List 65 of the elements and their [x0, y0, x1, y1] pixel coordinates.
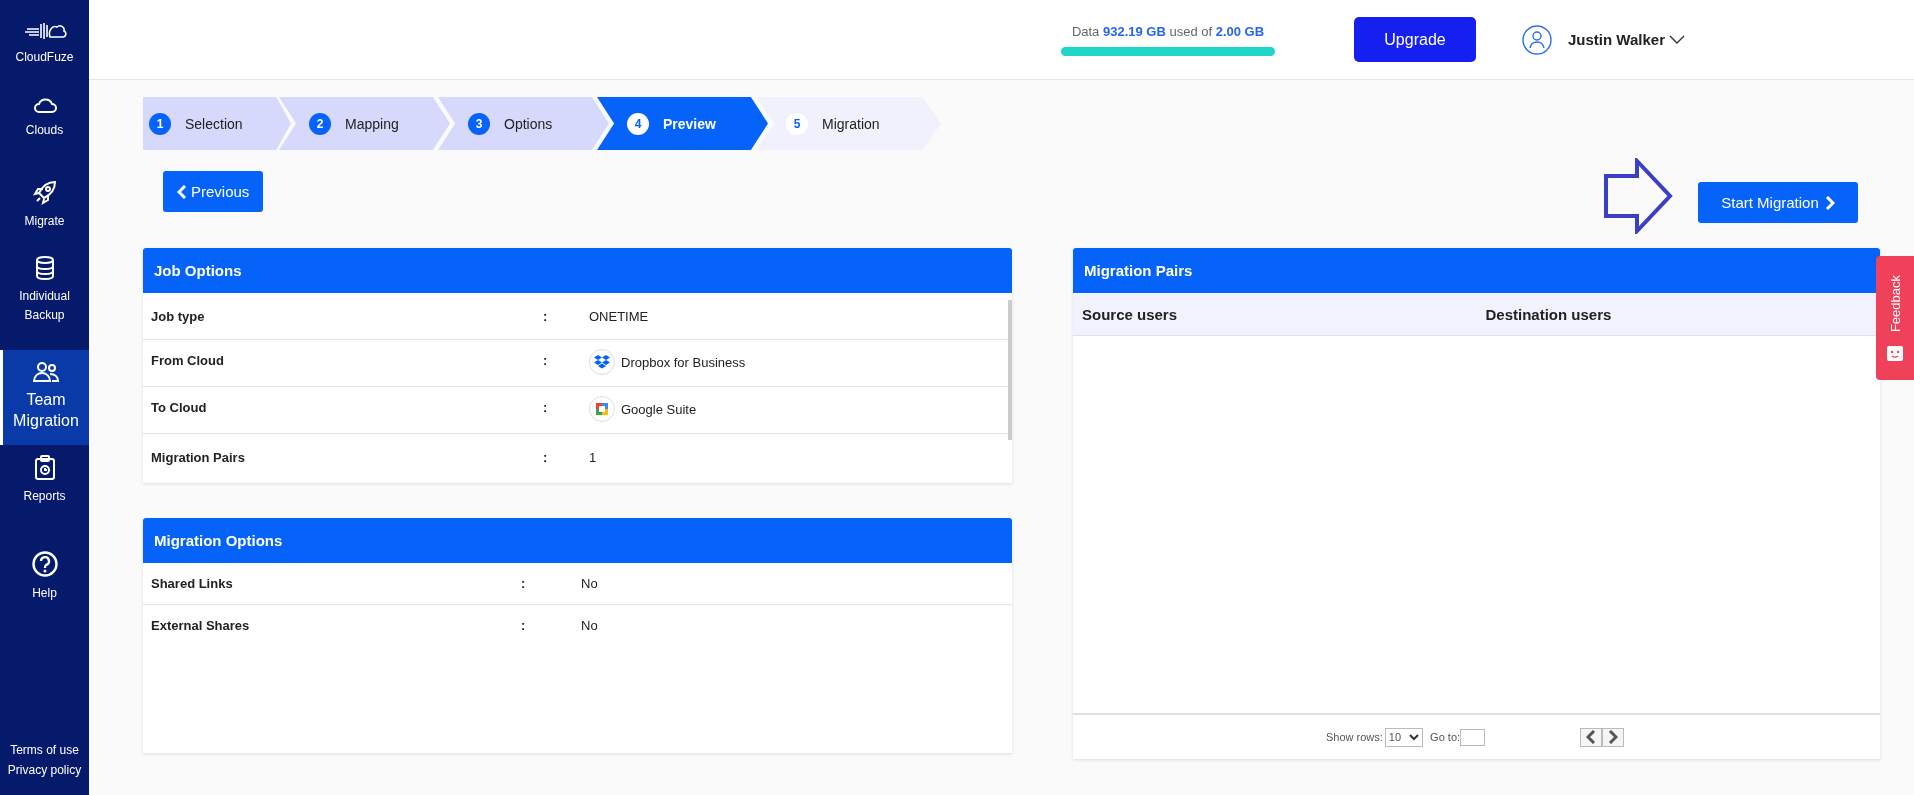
previous-page-button[interactable]	[1580, 727, 1603, 747]
wizard-step[interactable]: 4 Preview	[597, 97, 768, 150]
option-label: Migration Pairs	[150, 450, 246, 465]
scrollbar[interactable]	[1008, 300, 1012, 440]
nav-item[interactable]: Help	[0, 535, 89, 625]
option-value: Google Suite	[621, 401, 697, 417]
option-value: ONETIME	[589, 308, 649, 324]
wizard-step[interactable]: 5 Migration	[756, 97, 941, 150]
show-rows-label: Show rows:	[1326, 731, 1383, 743]
previous-button[interactable]: Previous	[163, 171, 264, 212]
nav-item[interactable]: Migrate	[0, 165, 89, 255]
colon-text: :	[543, 450, 549, 465]
wizard-step[interactable]: 2 Mapping	[279, 97, 450, 150]
users-icon	[32, 360, 60, 384]
chevron-down-icon[interactable]	[1669, 34, 1685, 45]
smiley-icon	[1887, 346, 1903, 362]
option-label: From Cloud	[150, 353, 225, 368]
colon-text: :	[543, 353, 549, 368]
wizard-step[interactable]: 1 Selection	[143, 97, 291, 150]
chevron-left-icon	[177, 184, 187, 199]
rocket-icon	[31, 180, 58, 206]
logo-text: CloudFuze	[15, 50, 74, 64]
nav-item[interactable]: Team Migration	[0, 350, 89, 445]
chevron-down-icon	[1409, 733, 1420, 741]
help-icon	[30, 550, 59, 578]
panel-title: Migration Pairs	[1084, 262, 1193, 279]
footer-link[interactable]: Terms of use	[10, 743, 79, 757]
start-migration-button[interactable]: Start Migration	[1698, 182, 1858, 223]
option-label: Job type	[150, 308, 206, 324]
feedback-tab[interactable]: Feedback	[1876, 256, 1914, 380]
nav-item[interactable]: Clouds	[0, 75, 89, 165]
user-name[interactable]: Justin Walker	[1568, 31, 1665, 48]
option-value: No	[581, 618, 598, 633]
nav-item[interactable]: Individual Backup	[0, 255, 89, 350]
rows-select[interactable]: 10	[1384, 727, 1424, 747]
option-value: Dropbox for Business	[621, 354, 746, 370]
report-icon	[33, 455, 56, 481]
footer-link[interactable]: Privacy policy	[7, 763, 82, 777]
option-value: 1	[589, 450, 597, 465]
go-to-label: Go to:	[1430, 731, 1461, 743]
upgrade-button[interactable]: Upgrade	[1354, 17, 1476, 62]
option-label: Shared Links	[150, 576, 234, 591]
column-header: Destination users	[1484, 305, 1613, 323]
next-page-button[interactable]	[1602, 727, 1625, 747]
logo-icon	[22, 20, 67, 42]
arrow-right-icon	[1603, 158, 1673, 234]
option-value: No	[581, 576, 598, 591]
option-label: External Shares	[150, 618, 251, 633]
panel-title: Migration Options	[154, 532, 283, 549]
chevron-right-icon	[1824, 195, 1835, 210]
go-to-field[interactable]	[1460, 728, 1486, 746]
column-header: Source users	[1081, 305, 1179, 323]
option-label: To Cloud	[150, 400, 208, 415]
user-icon[interactable]	[1522, 24, 1552, 55]
panel-title: Job Options	[154, 262, 242, 279]
colon-text: :	[543, 400, 549, 415]
wizard-step[interactable]: 3 Options	[438, 97, 609, 150]
chevron-left-icon	[1586, 730, 1597, 744]
colon-text: :	[543, 308, 549, 324]
colon-text: :	[521, 576, 527, 591]
nav-item[interactable]: Reports	[0, 445, 89, 535]
usage-text: Data 932.19 GB used of 2.00 GB	[1071, 23, 1265, 39]
chevron-right-icon	[1608, 730, 1619, 744]
database-icon	[34, 255, 55, 281]
colon-text: :	[521, 618, 527, 633]
